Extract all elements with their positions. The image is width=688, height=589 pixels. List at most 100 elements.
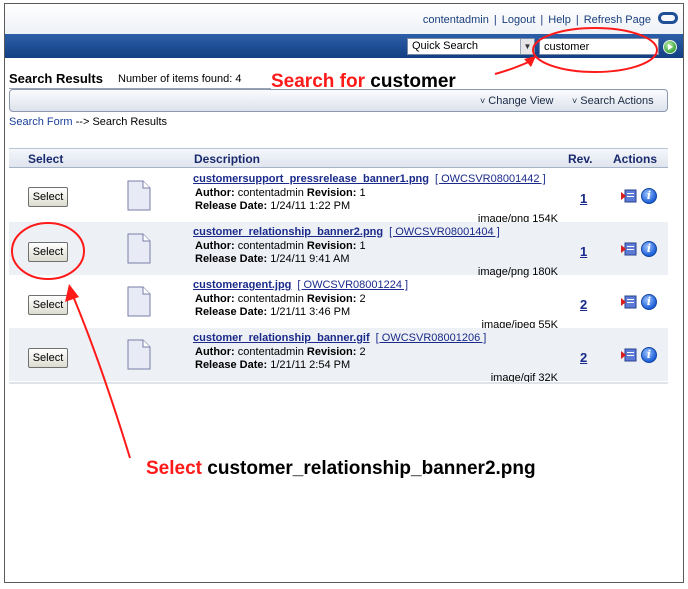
annotation-arrow-search: [494, 56, 536, 75]
col-description: Description: [194, 152, 261, 166]
logout-link[interactable]: Logout: [502, 14, 536, 26]
release-label: Release Date:: [195, 200, 268, 212]
user-link[interactable]: contentadmin: [423, 14, 489, 26]
info-icon[interactable]: i: [641, 347, 657, 363]
change-view-label: Change View: [488, 95, 554, 107]
file-name-link[interactable]: customer_relationship_banner2.png [ OWCSV…: [193, 226, 500, 238]
table-row: Select customersupport_pressrelease_bann…: [9, 169, 668, 225]
content-info-icon[interactable]: [621, 189, 637, 203]
release-line: Release Date: 1/24/11 1:22 PM: [195, 200, 350, 212]
annotation-search-prefix: Search for: [271, 71, 365, 92]
annotation-search-term: customer: [370, 71, 456, 92]
author-label: Author:: [195, 187, 235, 199]
info-icon[interactable]: i: [641, 241, 657, 257]
annotation-search-callout: Search for customer: [271, 71, 456, 93]
author-value: contentadmin: [237, 293, 304, 305]
select-button[interactable]: Select: [28, 242, 68, 262]
author-line: Author: contentadmin Revision: 1: [195, 240, 366, 252]
table-row: Select customer_relationship_banner.gif […: [9, 328, 668, 384]
col-rev: Rev.: [568, 152, 593, 166]
release-line: Release Date: 1/21/11 3:46 PM: [195, 306, 350, 318]
author-value: contentadmin: [237, 240, 304, 252]
revision-value: 2: [359, 346, 366, 358]
author-label: Author:: [195, 293, 235, 305]
chevron-down-icon: ˅: [480, 96, 486, 106]
result-count: Number of items found: 4: [118, 73, 242, 85]
page-title: Search Results: [9, 71, 103, 86]
quick-search-bar: Quick Search ▼: [5, 34, 683, 58]
col-select: Select: [28, 152, 64, 166]
separator: |: [540, 14, 544, 26]
document-icon: [127, 339, 151, 370]
revision-label: Revision:: [306, 240, 357, 252]
annotation-select-term: customer_relationship_banner2.png: [207, 458, 536, 479]
revision-link[interactable]: 2: [580, 350, 587, 365]
help-link[interactable]: Help: [548, 14, 571, 26]
search-input[interactable]: [539, 38, 659, 55]
content-info-icon[interactable]: [621, 295, 637, 309]
breadcrumb-search-form[interactable]: Search Form: [9, 116, 73, 128]
annotation-select-prefix: Select: [146, 458, 202, 479]
go-arrow-icon[interactable]: [663, 40, 677, 54]
file-name-link[interactable]: customeragent.jpg [ OWCSVR08001224 ]: [193, 279, 408, 291]
release-label: Release Date:: [195, 306, 268, 318]
results-table-header: Select Description Rev. Actions: [9, 148, 668, 168]
author-line: Author: contentadmin Revision: 2: [195, 293, 366, 305]
author-value: contentadmin: [237, 346, 304, 358]
release-line: Release Date: 1/21/11 2:54 PM: [195, 359, 350, 371]
search-type-select[interactable]: Quick Search ▼: [407, 38, 535, 55]
separator: |: [575, 14, 579, 26]
file-name: customer_relationship_banner2.png: [193, 226, 384, 238]
content-info-icon[interactable]: [621, 348, 637, 362]
breadcrumb-current: Search Results: [92, 116, 168, 128]
revision-label: Revision:: [306, 293, 357, 305]
content-info-icon[interactable]: [621, 242, 637, 256]
author-value: contentadmin: [237, 187, 304, 199]
document-icon: [127, 180, 151, 211]
release-value: 1/24/11 1:22 PM: [270, 200, 351, 212]
header-links: contentadmin | Logout | Help | Refresh Page: [423, 14, 651, 26]
content-id: [ OWCSVR08001442 ]: [434, 173, 546, 185]
chevron-down-icon: ˅: [572, 96, 578, 106]
revision-value: 2: [359, 293, 366, 305]
oracle-logo-icon: [658, 12, 678, 24]
release-value: 1/24/11 9:41 AM: [270, 253, 350, 265]
revision-link[interactable]: 1: [580, 191, 587, 206]
author-line: Author: contentadmin Revision: 2: [195, 346, 366, 358]
revision-value: 1: [359, 187, 366, 199]
search-type-value: Quick Search: [412, 40, 479, 52]
breadcrumb: Search Form --> Search Results: [9, 116, 167, 128]
top-header: contentadmin | Logout | Help | Refresh Page: [5, 4, 683, 34]
file-name: customersupport_pressrelease_banner1.png: [193, 173, 429, 185]
author-label: Author:: [195, 346, 235, 358]
table-row: Select customer_relationship_banner2.png…: [9, 222, 668, 278]
table-row: Select customeragent.jpg [ OWCSVR08001224…: [9, 275, 668, 331]
info-icon[interactable]: i: [641, 188, 657, 204]
info-icon[interactable]: i: [641, 294, 657, 310]
dropdown-arrow-icon[interactable]: ▼: [520, 39, 534, 54]
revision-link[interactable]: 2: [580, 297, 587, 312]
refresh-page-link[interactable]: Refresh Page: [584, 14, 651, 26]
select-button[interactable]: Select: [28, 295, 68, 315]
revision-value: 1: [359, 240, 366, 252]
content-id: [ OWCSVR08001224 ]: [297, 279, 409, 291]
file-name-link[interactable]: customersupport_pressrelease_banner1.png…: [193, 173, 546, 185]
release-label: Release Date:: [195, 359, 268, 371]
revision-label: Revision:: [306, 187, 357, 199]
release-line: Release Date: 1/24/11 9:41 AM: [195, 253, 350, 265]
document-icon: [127, 233, 151, 264]
file-name: customeragent.jpg: [193, 279, 292, 291]
author-line: Author: contentadmin Revision: 1: [195, 187, 366, 199]
file-name-link[interactable]: customer_relationship_banner.gif [ OWCSVR…: [193, 332, 486, 344]
search-actions-menu[interactable]: ˅ Search Actions: [572, 95, 654, 107]
select-button[interactable]: Select: [28, 348, 68, 368]
revision-label: Revision:: [306, 346, 357, 358]
select-button[interactable]: Select: [28, 187, 68, 207]
annotation-select-callout: Select customer_relationship_banner2.png: [146, 458, 536, 480]
change-view-menu[interactable]: ˅ Change View: [480, 95, 554, 107]
content-id: [ OWCSVR08001206 ]: [375, 332, 487, 344]
revision-link[interactable]: 1: [580, 244, 587, 259]
col-actions: Actions: [613, 152, 658, 166]
breadcrumb-separator: -->: [75, 116, 90, 128]
content-id: [ OWCSVR08001404 ]: [389, 226, 500, 238]
